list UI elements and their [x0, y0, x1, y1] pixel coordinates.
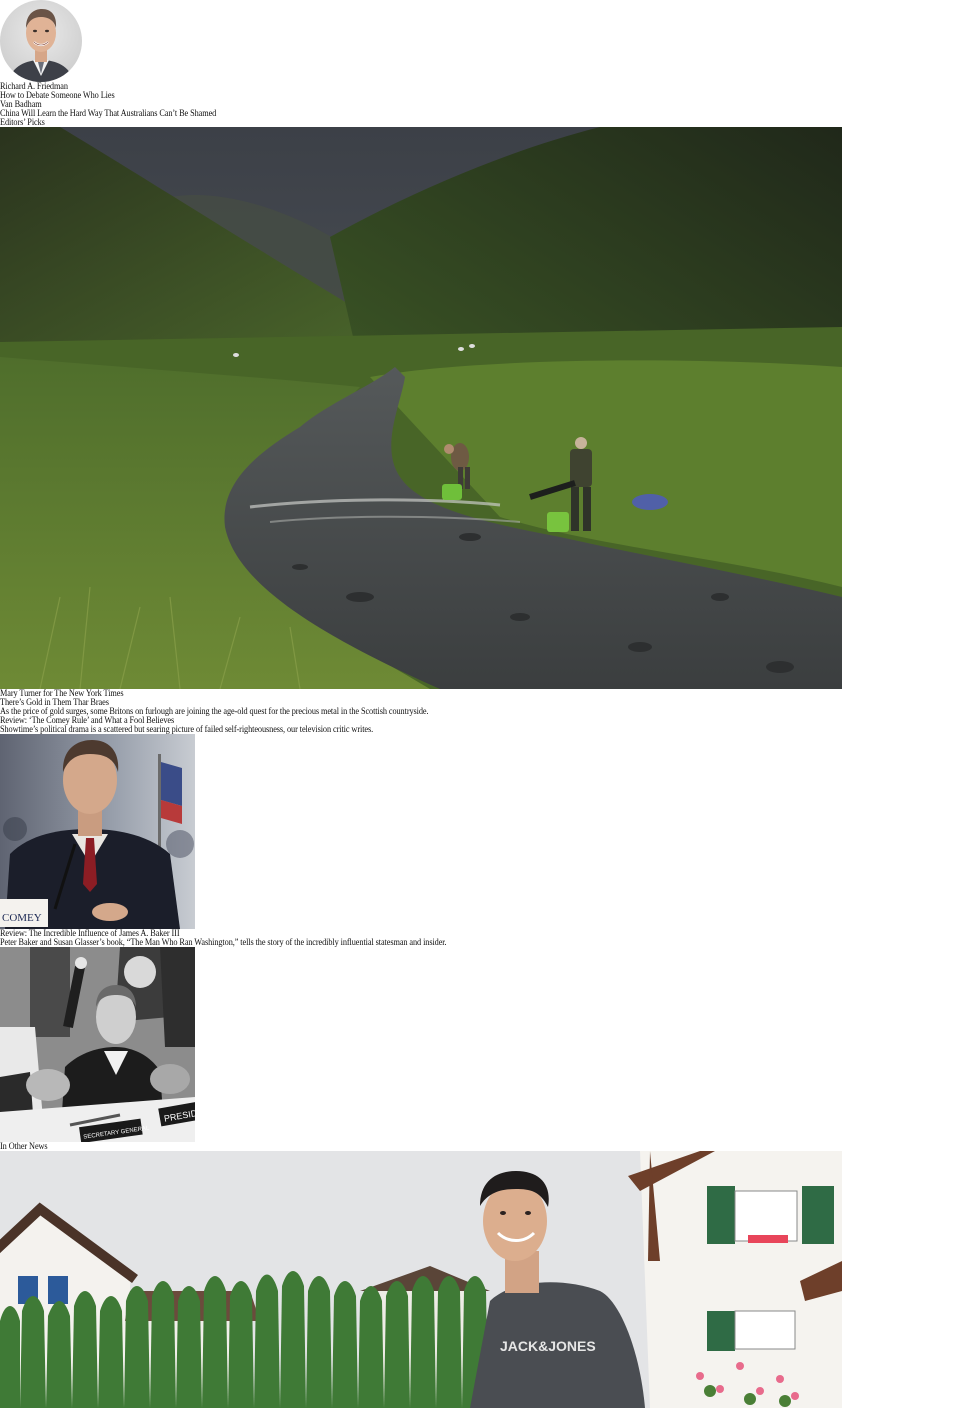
feature-photo-credit: Mary Turner for The New York Times — [0, 688, 124, 698]
review-2-thumbnail[interactable]: SECRETARY GENERAL PRESID — [0, 947, 195, 1142]
opinion-author-1[interactable]: Richard A. Friedman — [0, 82, 900, 91]
author-avatar[interactable] — [0, 0, 82, 82]
other-news-image[interactable]: JACK&JONES — [0, 1151, 842, 1408]
comey-nameplate: COMEY — [2, 912, 42, 924]
review-2-summary: Peter Baker and Susan Glasser’s book, “T… — [0, 937, 447, 947]
feature-image[interactable] — [0, 127, 842, 689]
review-1-thumbnail[interactable]: COMEY — [0, 734, 195, 929]
comey-hearing-photo: COMEY — [0, 734, 195, 929]
opinion-headline-1[interactable]: How to Debate Someone Who Lies — [0, 91, 900, 100]
swiss-garden-photo: JACK&JONES — [0, 1151, 842, 1408]
valley-stream-photo — [0, 127, 842, 689]
review-1-summary: Showtime’s political drama is a scattere… — [0, 724, 374, 734]
shirt-logo: JACK&JONES — [500, 1338, 596, 1354]
editors-picks-label: Editors’ Picks — [0, 117, 45, 127]
baker-un-photo: SECRETARY GENERAL PRESID — [0, 947, 195, 1142]
other-news-label: In Other News — [0, 1141, 48, 1151]
author-portrait — [0, 0, 82, 82]
opinion-headline-2[interactable]: China Will Learn the Hard Way That Austr… — [0, 109, 900, 118]
